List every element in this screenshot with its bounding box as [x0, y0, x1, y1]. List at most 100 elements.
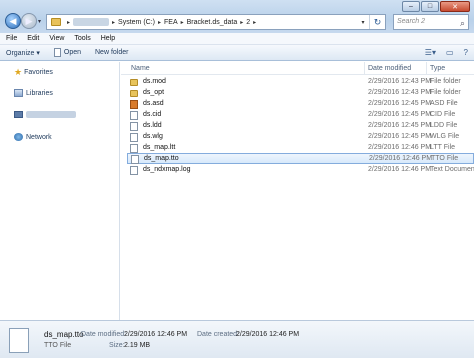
file-row[interactable]: ds.asd 2/29/2016 12:45 PM ASD File: [127, 99, 474, 110]
column-type[interactable]: Type: [430, 65, 445, 72]
back-button[interactable]: ◀: [5, 13, 21, 29]
file-date: 2/29/2016 12:43 PM: [368, 78, 432, 85]
command-bar: Organize ▾ Open New folder ☰▾ ▭ ?: [0, 45, 474, 61]
breadcrumb-separator[interactable]: ▸: [158, 19, 161, 26]
file-list: Name Date modified Type ds.mod 2/29/2016…: [121, 62, 474, 320]
file-name: ds.ldd: [143, 122, 162, 129]
menu-help[interactable]: Help: [101, 35, 115, 42]
details-file-name: ds_map.tto: [44, 330, 84, 339]
menu-view[interactable]: View: [49, 35, 64, 42]
file-icon: [130, 133, 138, 142]
network-icon: [14, 133, 23, 141]
computer-icon: [14, 111, 23, 118]
new-folder-button[interactable]: New folder: [95, 49, 128, 56]
file-row[interactable]: ds.mod 2/29/2016 12:43 PM File folder: [127, 77, 474, 88]
file-date: 2/29/2016 12:43 PM: [368, 89, 432, 96]
breadcrumb-separator[interactable]: ▸: [253, 19, 256, 26]
nav-libraries-label: Libraries: [26, 89, 53, 97]
file-row[interactable]: ds.wlg 2/29/2016 12:45 PM WLG File: [127, 132, 474, 143]
title-bar: – □ ✕ ◀ ▶ ▾ ▸ ▸ System (C:) ▸ FEA ▸ Brac…: [0, 0, 474, 33]
file-type: TTO File: [431, 155, 459, 162]
nav-favorites[interactable]: ★ Favorites: [14, 67, 53, 78]
file-date: 2/29/2016 12:45 PM: [368, 122, 432, 129]
file-name: ds_map.tto: [144, 155, 179, 162]
column-divider[interactable]: [426, 62, 427, 75]
chevron-down-icon: ▾: [38, 19, 42, 25]
details-pane: ds_map.tto TTO File Date modified: 2/29/…: [0, 320, 474, 358]
column-divider[interactable]: [364, 62, 365, 75]
file-icon: [130, 144, 138, 153]
column-name[interactable]: Name: [131, 65, 150, 72]
menu-edit[interactable]: Edit: [27, 35, 39, 42]
chevron-down-icon[interactable]: ▾: [357, 19, 369, 26]
nav-computer[interactable]: [14, 111, 76, 118]
refresh-icon[interactable]: ↻: [369, 15, 385, 29]
star-icon: ★: [14, 67, 23, 77]
size-value: 2.19 MB: [124, 342, 151, 349]
column-date-modified[interactable]: Date modified: [368, 65, 411, 72]
file-row[interactable]: ds.ldd 2/29/2016 12:45 PM LDD File: [127, 121, 474, 132]
file-type: CID File: [430, 111, 456, 118]
breadcrumb-bracket-ds-data[interactable]: Bracket.ds_data: [187, 19, 238, 26]
forward-button[interactable]: ▶: [21, 13, 37, 29]
redacted-computer-name: [26, 111, 76, 118]
breadcrumb-separator[interactable]: ▸: [240, 19, 243, 26]
arrow-left-icon: ◀: [9, 15, 17, 26]
minimize-button[interactable]: –: [402, 1, 420, 12]
file-row[interactable]: ds.cid 2/29/2016 12:45 PM CID File: [127, 110, 474, 121]
menu-tools[interactable]: Tools: [74, 35, 90, 42]
search-input[interactable]: Search 2 ⌕: [393, 14, 469, 30]
recent-pages-dropdown[interactable]: ▾: [38, 18, 41, 25]
help-icon[interactable]: ?: [464, 48, 468, 57]
asd-file-icon: [130, 100, 138, 109]
address-actions: ▾ ↻: [357, 15, 385, 29]
organize-label: Organize ▾: [6, 49, 40, 57]
maximize-button[interactable]: □: [421, 1, 439, 12]
file-icon: [130, 122, 138, 131]
breadcrumb-2[interactable]: 2: [246, 19, 250, 26]
column-headers: Name Date modified Type: [121, 62, 474, 75]
folder-icon: [130, 79, 138, 86]
menu-file[interactable]: File: [6, 35, 17, 42]
file-type: WLG File: [430, 133, 460, 140]
library-icon: [14, 89, 23, 97]
breadcrumb-separator[interactable]: ▸: [112, 19, 115, 26]
file-icon: [130, 111, 138, 120]
file-date: 2/29/2016 12:45 PM: [368, 133, 432, 140]
breadcrumb-system-c[interactable]: System (C:): [118, 19, 155, 26]
file-name: ds.mod: [143, 78, 166, 85]
file-name: ds.cid: [143, 111, 162, 118]
preview-pane-icon[interactable]: ▭: [446, 48, 454, 57]
details-file-type: TTO File: [44, 342, 72, 349]
open-label: Open: [63, 49, 81, 56]
new-folder-label: New folder: [95, 49, 129, 56]
close-button[interactable]: ✕: [440, 1, 470, 12]
open-button[interactable]: Open: [53, 48, 81, 57]
view-controls: ☰▾ ▭ ?: [415, 48, 468, 57]
file-icon: [9, 328, 29, 353]
navigation-pane: ★ Favorites Libraries Network: [0, 62, 120, 320]
file-type: File folder: [430, 89, 461, 96]
breadcrumb-separator[interactable]: ▸: [67, 19, 70, 26]
date-modified-value: 2/29/2016 12:46 PM: [124, 331, 188, 338]
file-name: ds_ndxmap.log: [143, 166, 191, 173]
file-row[interactable]: ds_opt 2/29/2016 12:43 PM File folder: [127, 88, 474, 99]
nav-libraries[interactable]: Libraries: [14, 89, 53, 97]
change-view-icon[interactable]: ☰▾: [425, 48, 436, 57]
menu-bar: File Edit View Tools Help: [0, 33, 474, 45]
breadcrumb-separator[interactable]: ▸: [181, 19, 184, 26]
file-type: File folder: [430, 78, 461, 85]
breadcrumb-fea[interactable]: FEA: [164, 19, 178, 26]
file-row[interactable]: ds_ndxmap.log 2/29/2016 12:46 PM Text Do…: [127, 165, 474, 176]
file-type: Text Documen: [430, 166, 474, 173]
file-date: 2/29/2016 12:46 PM: [369, 155, 433, 162]
file-row-selected[interactable]: ds_map.tto 2/29/2016 12:46 PM TTO File: [127, 153, 474, 164]
nav-network-label: Network: [26, 133, 52, 141]
nav-network[interactable]: Network: [14, 133, 52, 141]
file-name: ds.asd: [143, 100, 164, 107]
file-type: LDD File: [430, 122, 458, 129]
organize-button[interactable]: Organize ▾: [6, 49, 40, 57]
address-bar[interactable]: ▸ ▸ System (C:) ▸ FEA ▸ Bracket.ds_data …: [46, 14, 386, 30]
search-icon[interactable]: ⌕: [460, 16, 465, 30]
file-name: ds_map.ltt: [143, 144, 176, 151]
